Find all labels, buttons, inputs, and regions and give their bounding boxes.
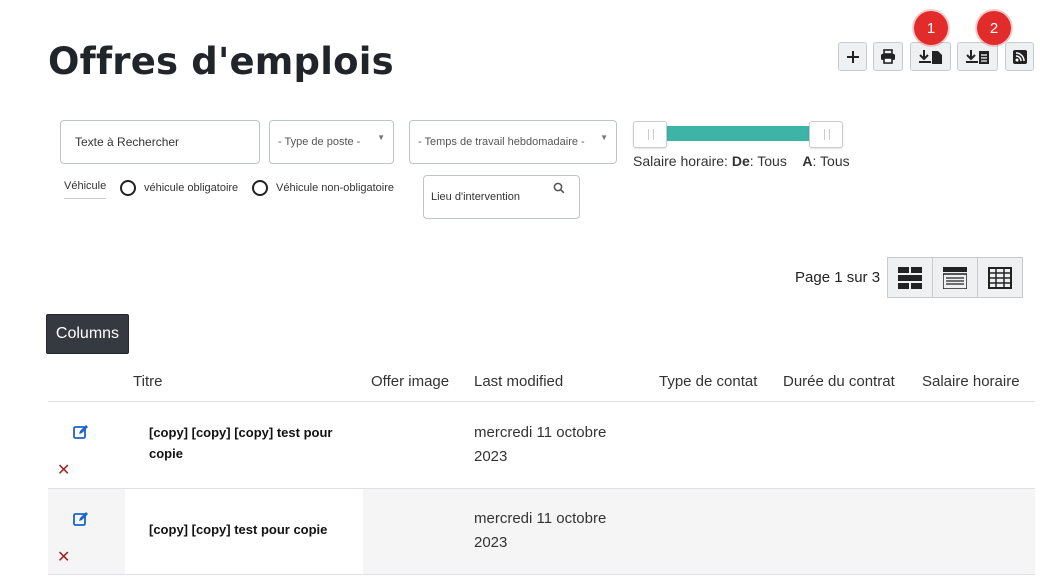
list-view-icon [943,266,967,289]
row-last-modified: mercredi 11 octobre 2023 [474,421,644,469]
caret-down-icon: ▼ [377,133,385,142]
row-date-line: 2023 [474,534,508,551]
table-row[interactable]: ✕ [copy] [copy] [copy] test pour copie m… [48,402,1035,489]
radio-circle[interactable] [252,180,268,196]
column-header-last-modified[interactable]: Last modified [474,373,563,390]
rss-button[interactable] [1005,42,1034,71]
vehicule-label: Véhicule [64,180,107,199]
temps-travail-select[interactable]: - Temps de travail hebdomadaire - ▼ [409,120,617,164]
annotation-marker-1: 1 [914,11,948,45]
table-view-icon [988,266,1012,289]
type-poste-value: - Type de poste - [278,136,361,148]
row-title-line: [copy] [copy] [copy] test pour [149,425,333,440]
radio-circle[interactable] [120,180,136,196]
download-list-button[interactable] [957,42,998,71]
columns-button[interactable]: Columns [46,314,129,354]
download-document-button[interactable] [910,42,951,71]
lieu-placeholder: Lieu d'intervention [431,191,520,203]
page-title: Offres d'emplois [48,40,394,83]
row-title[interactable]: [copy] [copy] [copy] test pour copie [149,422,332,464]
row-date-line: 2023 [474,448,508,465]
salary-from-value: : Tous [749,153,787,169]
table-row[interactable]: ✕ [copy] [copy] test pour copie mercredi… [48,489,1035,575]
search-placeholder: Texte à Rechercher [75,135,180,149]
download-list-icon [965,49,989,64]
title-cell: [copy] [copy] [copy] test pour copie [125,402,363,488]
annotation-marker-2: 2 [977,11,1011,45]
row-title-line: [copy] [copy] test pour copie [149,522,328,537]
lieu-intervention-input[interactable]: Lieu d'intervention [423,175,580,219]
download-document-icon [918,49,942,64]
salary-max-handle[interactable] [809,121,843,148]
row-title[interactable]: [copy] [copy] test pour copie [149,519,327,540]
column-header-type-contrat[interactable]: Type de contat [659,373,757,390]
list-view-button[interactable] [932,257,978,298]
salary-from-label: De [731,153,750,169]
add-button[interactable] [838,42,867,71]
title-cell: [copy] [copy] test pour copie [125,489,363,574]
radio-label: Véhicule non-obligatoire [276,182,395,194]
caret-down-icon: ▼ [600,133,608,142]
edit-icon[interactable] [73,424,89,440]
rss-icon [1012,49,1027,64]
print-button[interactable] [873,42,903,71]
table-view-button[interactable] [977,257,1023,298]
column-header-duree-contrat[interactable]: Durée du contrat [783,373,895,390]
column-header-salaire-horaire[interactable]: Salaire horaire [922,373,1020,390]
search-input[interactable]: Texte à Rechercher [60,120,260,164]
edit-icon[interactable] [73,511,89,527]
salary-range-track[interactable] [648,126,828,141]
add-icon [846,50,859,63]
row-last-modified: mercredi 11 octobre 2023 [474,507,644,555]
salary-label: Salaire horaire: [633,153,728,169]
grid-view-icon [898,266,922,289]
delete-icon[interactable]: ✕ [57,547,70,567]
radio-label: véhicule obligatoire [144,182,239,194]
type-poste-select[interactable]: - Type de poste - ▼ [269,120,394,164]
salary-to-label: A [802,153,813,169]
row-title-line: copie [149,446,183,461]
column-header-offer-image[interactable]: Offer image [371,373,449,390]
row-date-line: mercredi 11 octobre [474,424,607,441]
salary-to-value: : Tous [812,153,850,169]
temps-travail-value: - Temps de travail hebdomadaire - [418,136,585,148]
print-icon [881,49,895,64]
pagination-info: Page 1 sur 3 [795,269,881,286]
radio-vehicule-non-obligatoire[interactable]: Véhicule non-obligatoire [252,180,394,196]
search-icon [553,182,565,194]
delete-icon[interactable]: ✕ [57,460,70,480]
radio-vehicule-obligatoire[interactable]: véhicule obligatoire [120,180,238,196]
salary-min-handle[interactable] [633,121,667,148]
salary-range-label: Salaire horaire: De: Tous A: Tous [633,153,850,169]
column-header-titre[interactable]: Titre [133,373,162,390]
grid-view-button[interactable] [887,257,933,298]
row-date-line: mercredi 11 octobre [474,510,607,527]
